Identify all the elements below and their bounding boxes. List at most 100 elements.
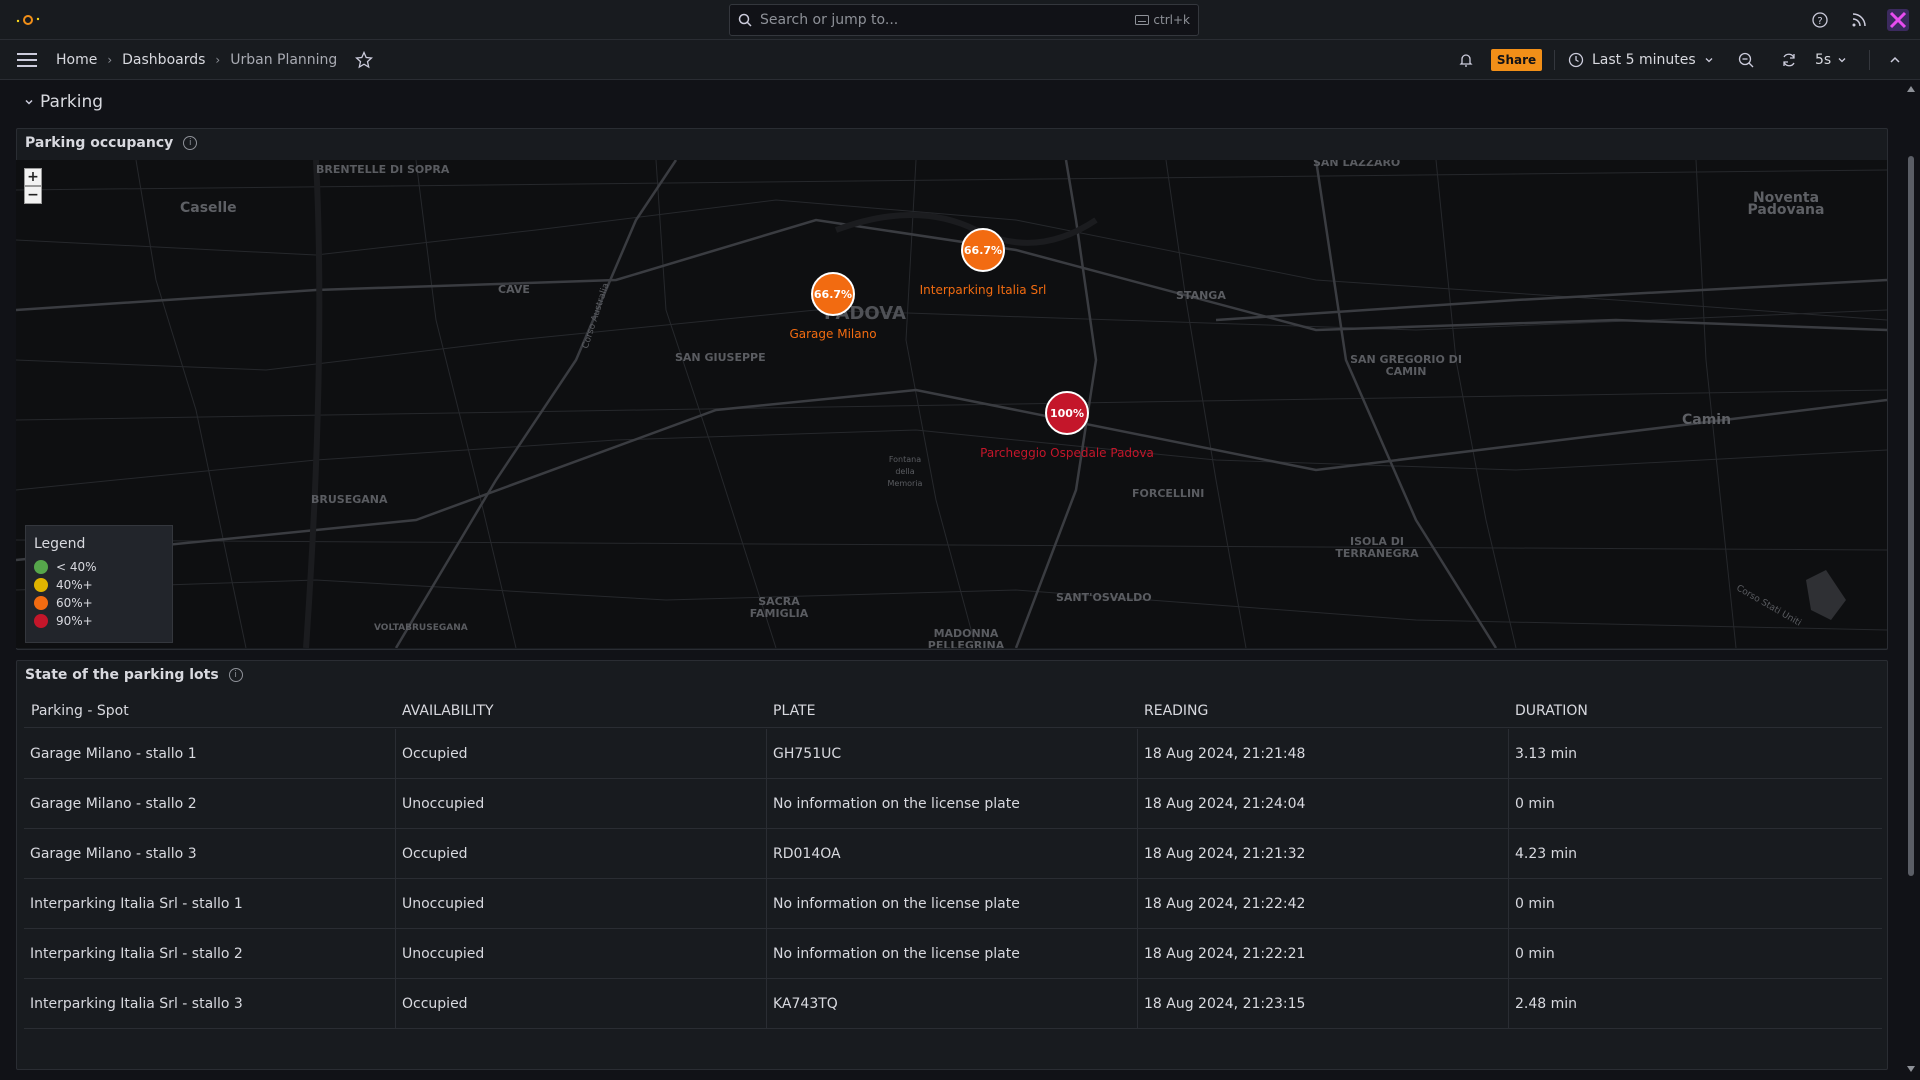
panel-title: Parking occupancy [25,135,174,151]
bell-icon[interactable] [1458,52,1474,68]
map-place-label: BRUSEGANA [311,493,388,506]
divider [1554,50,1555,70]
clock-icon [1568,52,1584,68]
marker-label: Interparking Italia Srl [919,283,1047,297]
map-place-label: SAN GREGORIO DI CAMIN [1350,353,1462,378]
chevron-right-icon: › [107,53,113,67]
search-input[interactable]: Search or jump to... ctrl+k [729,4,1199,36]
column-header[interactable]: Parking - Spot [31,703,129,719]
cell-plate: No information on the license plate [773,796,1020,812]
chevron-down-icon [1705,58,1713,63]
cell-duration: 0 min [1515,796,1555,812]
cell-parking-spot: Garage Milano - stallo 3 [30,846,197,862]
map-marker-ospedale[interactable]: 100% [1045,391,1089,435]
legend-item: 40%+ [34,576,164,594]
user-avatar[interactable] [1887,9,1909,31]
column-header[interactable]: AVAILABILITY [402,703,494,719]
info-icon[interactable]: i [183,136,198,150]
share-button[interactable]: Share [1491,49,1542,71]
map-place-label: Fontana della Memoria [887,455,923,488]
cell-availability: Occupied [402,746,468,762]
column-header[interactable]: READING [1144,703,1208,719]
time-range-label: Last 5 minutes [1592,52,1696,68]
map-place-label: Camin [1682,412,1732,428]
column-header[interactable]: DURATION [1515,703,1588,719]
table-row: Interparking Italia Srl - stallo 2 Unocc… [24,929,1882,979]
map-marker-garage-milano[interactable]: 66.7% [811,272,855,316]
breadcrumb-dashboards[interactable]: Dashboards [122,52,205,68]
info-icon[interactable]: i [228,668,243,682]
cell-duration: 3.13 min [1515,746,1578,762]
cell-reading: 18 Aug 2024, 21:24:04 [1144,796,1306,812]
cell-parking-spot: Garage Milano - stallo 1 [30,746,197,762]
cell-reading: 18 Aug 2024, 21:21:32 [1144,846,1306,862]
cell-plate: RD014OA [773,846,841,862]
panel-title: State of the parking lots [25,667,219,683]
cell-parking-spot: Interparking Italia Srl - stallo 3 [30,996,243,1012]
chevron-down-icon [25,99,33,105]
map-marker-interparking[interactable]: 66.7% [961,228,1005,272]
legend-item: 60%+ [34,594,164,612]
top-bar: Search or jump to... ctrl+k ? [0,0,1920,40]
map-legend: Legend < 40% 40%+ 60%+ 90%+ [25,525,173,643]
help-icon[interactable]: ? [1810,10,1830,30]
cell-availability: Unoccupied [402,896,485,912]
news-feed-icon[interactable] [1849,10,1869,30]
cell-duration: 4.23 min [1515,846,1578,862]
breadcrumb-current: Urban Planning [230,52,338,68]
map-place-label: SAN GIUSEPPE [675,351,766,364]
map-place-label: SANT'OSVALDO [1056,591,1152,604]
page-scrollbar[interactable] [1906,86,1916,1080]
row-header-parking[interactable]: Parking [24,92,103,112]
cell-plate: KA743TQ [773,996,838,1012]
map-place-label: Caselle [180,200,237,216]
map-place-label: SAN LAZZARO [1313,160,1401,169]
geomap[interactable]: BRENTELLE DI SOPRA Caselle CAVE SAN GIUS… [16,160,1887,648]
map-place-label: FORCELLINI [1132,487,1205,500]
scrollbar-thumb[interactable] [1908,156,1914,876]
zoom-out-icon[interactable] [1738,52,1754,68]
time-range-picker[interactable]: Last 5 minutes [1568,40,1714,80]
zoom-in-button[interactable]: + [24,168,42,186]
chevron-down-icon [1838,58,1846,63]
cell-availability: Occupied [402,846,468,862]
cell-parking-spot: Interparking Italia Srl - stallo 2 [30,946,243,962]
cell-parking-spot: Interparking Italia Srl - stallo 1 [30,896,243,912]
map-place-label: VOLTABRUSEGANA [374,623,468,633]
cell-duration: 0 min [1515,946,1555,962]
breadcrumb-home[interactable]: Home [56,52,97,68]
scroll-down-icon[interactable] [1907,1066,1915,1072]
legend-item: < 40% [34,558,164,576]
cell-reading: 18 Aug 2024, 21:21:48 [1144,746,1306,762]
grafana-logo-icon[interactable] [14,12,42,28]
refresh-interval-picker[interactable]: 5s [1815,40,1847,80]
search-placeholder: Search or jump to... [760,12,899,28]
scroll-up-icon[interactable] [1907,86,1915,92]
chevron-right-icon: › [215,53,221,67]
nav-bar: Home › Dashboards › Urban Planning Share… [0,40,1920,80]
cell-plate: GH751UC [773,746,842,762]
cell-parking-spot: Garage Milano - stallo 2 [30,796,197,812]
refresh-interval-label: 5s [1815,52,1832,68]
legend-dot [34,560,48,574]
marker-label: Garage Milano [789,327,877,341]
chevron-up-icon[interactable] [1889,54,1901,66]
star-icon[interactable] [355,51,374,69]
table-row: Garage Milano - stallo 3 Occupied RD014O… [24,829,1882,879]
cell-availability: Occupied [402,996,468,1012]
table-header: Parking - Spot AVAILABILITY PLATE READIN… [24,703,1882,728]
legend-dot [34,596,48,610]
legend-dot [34,578,48,592]
cell-plate: No information on the license plate [773,946,1020,962]
menu-icon[interactable] [17,52,37,68]
zoom-out-button[interactable]: − [24,186,42,204]
column-header[interactable]: PLATE [773,703,815,719]
refresh-icon[interactable] [1781,52,1797,68]
search-icon [738,13,752,27]
map-streets [16,160,1887,648]
cell-availability: Unoccupied [402,946,485,962]
row-title: Parking [40,92,104,112]
cell-availability: Unoccupied [402,796,485,812]
divider [1869,50,1870,70]
keyboard-icon [1135,15,1150,25]
